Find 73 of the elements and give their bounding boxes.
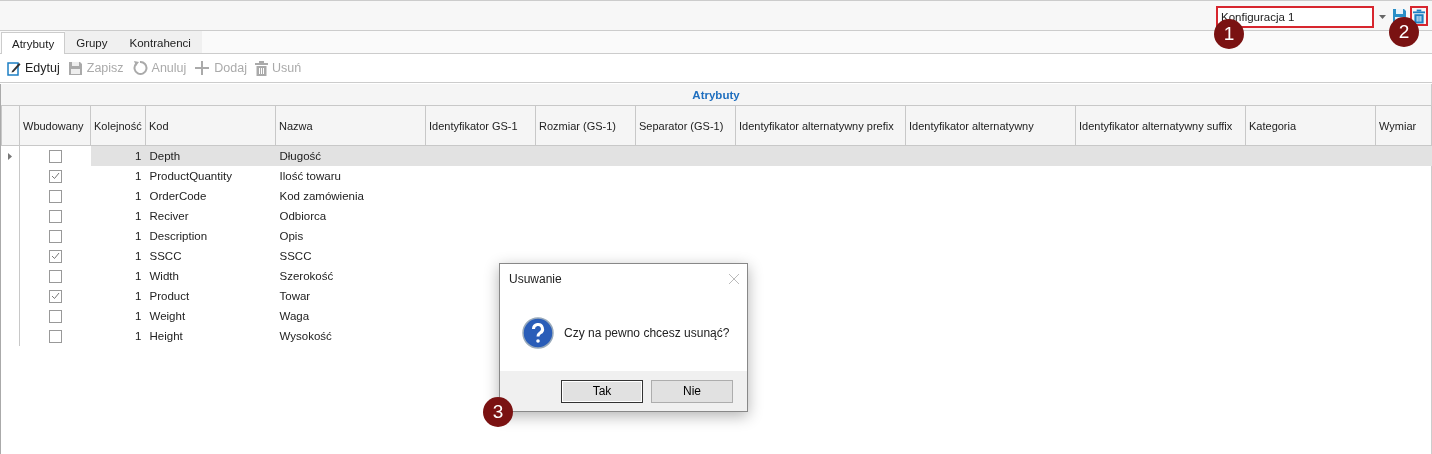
table-cell: ProductQuantity (145, 166, 276, 186)
column-header[interactable]: Separator (GS-1) (635, 106, 736, 146)
table-cell-text: SSCC (278, 249, 313, 264)
callout-marker: 3 (483, 397, 513, 427)
table-cell-text: 1 (134, 209, 143, 224)
table-cell-text: 1 (134, 249, 143, 264)
table-cell: 1 (90, 166, 146, 186)
table-cell-text: 1 (134, 269, 143, 284)
dropdown-caret-icon[interactable] (1378, 15, 1386, 19)
table-cell-text: Width (148, 269, 180, 284)
table-cell-text: 1 (134, 229, 143, 244)
checkmark-icon (50, 292, 60, 300)
close-icon[interactable] (729, 274, 739, 284)
column-header[interactable]: Rozmiar (GS-1) (535, 106, 636, 146)
table-cell-text: Reciver (148, 209, 190, 224)
tab[interactable]: Atrybuty (1, 32, 66, 54)
checkbox[interactable] (48, 149, 62, 163)
plus-icon (194, 60, 211, 76)
column-header[interactable]: Nazwa (275, 106, 426, 146)
column-header[interactable]: Identyfikator alternatywny prefix (735, 106, 906, 146)
checkbox[interactable] (48, 189, 62, 203)
table-cell-text: Towar (278, 289, 312, 304)
question-icon (522, 316, 554, 349)
tab[interactable]: Grupy (65, 31, 119, 53)
table-cell-text: Height (148, 329, 184, 344)
checkbox[interactable] (48, 289, 62, 303)
dialog-button[interactable]: Tak (561, 379, 643, 403)
column-header[interactable]: Identyfikator GS-1 (425, 106, 536, 146)
table-cell-text: Szerokość (278, 269, 335, 284)
table-cell-text: Wysokość (278, 329, 333, 344)
column-header[interactable]: Kategoria (1245, 106, 1376, 146)
checkbox[interactable] (48, 309, 62, 323)
table-cell-text: Product (148, 289, 191, 304)
table-cell: Ilość towaru (275, 166, 426, 186)
checkbox[interactable] (48, 229, 62, 243)
table-cell-text: Odbiorca (278, 209, 328, 224)
checkbox[interactable] (48, 169, 62, 183)
checkmark-icon (50, 172, 60, 180)
table-cell-text: Weight (148, 309, 187, 324)
table-cell-text: Opis (278, 229, 305, 244)
column-header[interactable]: Kod (145, 106, 276, 146)
trash-icon[interactable] (1413, 8, 1425, 24)
checkbox[interactable] (48, 329, 62, 343)
row-pointer-icon (8, 153, 13, 160)
dialog-message: Czy na pewno chcesz usunąć? (564, 325, 730, 340)
column-header[interactable]: Identyfikator alternatywny suffix (1075, 106, 1246, 146)
tab[interactable]: Kontrahenci (118, 31, 202, 53)
table-cell-text: OrderCode (148, 189, 208, 204)
dialog-button[interactable]: Nie (651, 379, 733, 403)
table-cell-text: 1 (134, 309, 143, 324)
checkbox[interactable] (48, 209, 62, 223)
table-cell-text: Waga (278, 309, 311, 324)
column-header[interactable]: Kolejność (90, 106, 146, 146)
checkmark-icon (50, 252, 60, 260)
toolbar-button[interactable]: Edytuj (7, 60, 60, 76)
table-cell-text: SSCC (148, 249, 183, 264)
configuration-dropdown[interactable]: Konfiguracja 1 (1216, 6, 1374, 28)
table-caption: Atrybuty (1, 84, 1431, 106)
column-header[interactable]: Wbudowany (19, 106, 91, 146)
table-cell-text: Kod zamówienia (278, 189, 365, 204)
save-icon (67, 60, 83, 76)
dialog-title: Usuwanie (509, 272, 562, 286)
checkbox[interactable] (48, 269, 62, 283)
column-header[interactable]: Identyfikator alternatywny (905, 106, 1076, 146)
trash-icon (255, 60, 268, 76)
edit-icon (7, 60, 21, 76)
table-cell-text: 1 (134, 289, 143, 304)
undo-icon (131, 60, 148, 76)
column-header[interactable]: Wymiar (1375, 106, 1432, 146)
table-cell-text: 1 (134, 329, 143, 344)
checkbox[interactable] (48, 249, 62, 263)
table-cell-text: 1 (134, 189, 143, 204)
table-cell-text: Description (148, 229, 209, 244)
